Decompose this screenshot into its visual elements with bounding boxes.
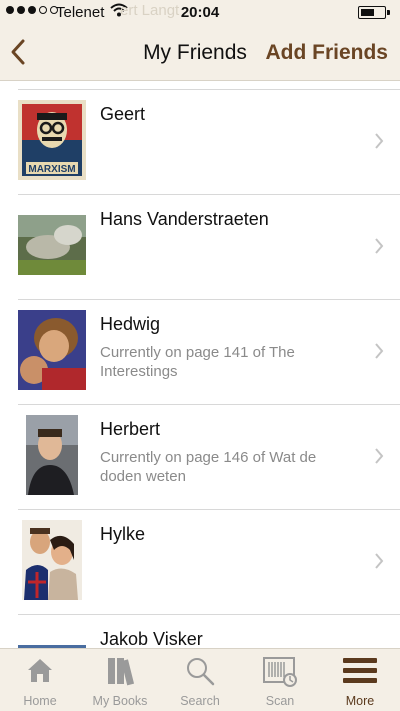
friend-name: Herbert bbox=[100, 419, 161, 439]
chevron-right-icon bbox=[374, 552, 384, 575]
page-title: My Friends bbox=[143, 41, 247, 64]
scan-icon bbox=[262, 655, 298, 692]
tab-scan[interactable]: Scan bbox=[240, 649, 320, 711]
avatar: MARXISM bbox=[18, 100, 86, 180]
tab-more[interactable]: More bbox=[320, 649, 400, 711]
tab-bar: Home My Books Search Scan More bbox=[0, 648, 400, 711]
avatar bbox=[18, 415, 86, 495]
battery-icon bbox=[358, 6, 390, 19]
friend-name: Hedwig bbox=[100, 314, 161, 334]
friends-list: MARXISM Geert Hans Vanderstraeten Hedwig… bbox=[0, 81, 400, 648]
chevron-left-icon bbox=[11, 39, 25, 65]
tab-label: Search bbox=[180, 694, 220, 708]
avatar bbox=[18, 310, 86, 390]
friend-row-herbert[interactable]: Herbert Currently on page 146 of Wat de … bbox=[18, 405, 400, 510]
clock: 20:04 bbox=[180, 4, 220, 21]
chevron-right-icon bbox=[374, 447, 384, 470]
friend-name: Hylke bbox=[100, 524, 146, 544]
friend-row-geert[interactable]: MARXISM Geert bbox=[18, 90, 400, 195]
add-friends-button[interactable]: Add Friends bbox=[265, 41, 388, 65]
tab-label: My Books bbox=[92, 694, 148, 708]
home-icon bbox=[25, 655, 55, 690]
top-bar: Telenet ert Langt 20:04 My Friends Add F… bbox=[0, 0, 400, 81]
chevron-right-icon bbox=[374, 342, 384, 365]
friend-name: Geert bbox=[100, 104, 146, 124]
avatar bbox=[18, 205, 86, 285]
friend-row-hedwig[interactable]: Hedwig Currently on page 141 of The Inte… bbox=[18, 300, 400, 405]
search-icon bbox=[184, 655, 216, 692]
back-button[interactable] bbox=[8, 38, 32, 68]
reading-status: Currently on page 141 of The Interesting… bbox=[100, 344, 295, 380]
tab-label: Home bbox=[23, 694, 57, 708]
status-bar: Telenet ert Langt 20:04 bbox=[0, 0, 400, 26]
chevron-right-icon bbox=[374, 132, 384, 155]
friend-name: Hans Vanderstraeten bbox=[100, 209, 269, 229]
friend-row-jakob-visker[interactable]: Jakob Visker bbox=[18, 615, 400, 648]
more-icon bbox=[343, 655, 377, 692]
tab-label: More bbox=[345, 694, 375, 708]
books-icon bbox=[104, 655, 136, 692]
tab-my-books[interactable]: My Books bbox=[80, 649, 160, 711]
friend-row-hylke[interactable]: Hylke bbox=[18, 510, 400, 615]
svg-text:MARXISM: MARXISM bbox=[28, 164, 75, 175]
friend-name: Jakob Visker bbox=[100, 629, 203, 648]
tab-home[interactable]: Home bbox=[0, 649, 80, 711]
friend-row-hans-vanderstraeten[interactable]: Hans Vanderstraeten bbox=[18, 195, 400, 300]
tab-label: Scan bbox=[265, 694, 295, 708]
reading-status: Currently on page 146 of Wat de doden we… bbox=[100, 449, 317, 485]
chevron-right-icon bbox=[374, 237, 384, 260]
tab-search[interactable]: Search bbox=[160, 649, 240, 711]
avatar bbox=[18, 520, 86, 600]
